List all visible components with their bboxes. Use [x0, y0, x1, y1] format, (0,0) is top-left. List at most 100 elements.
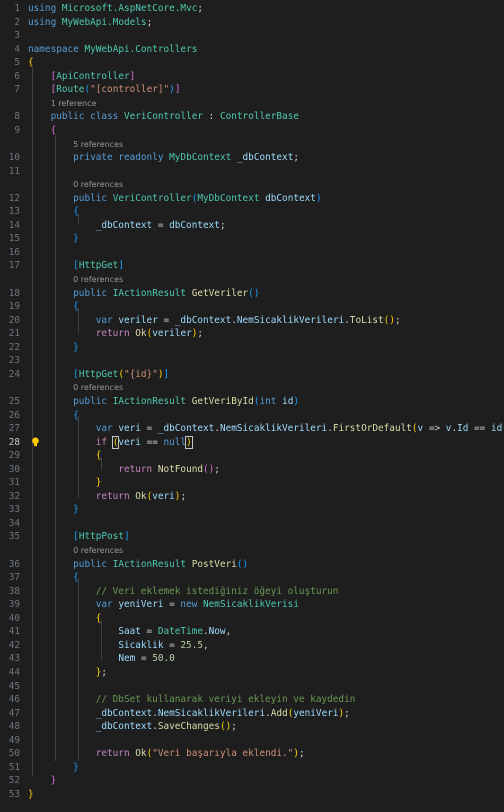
code-line[interactable]: 8 public class VeriController : Controll…: [0, 110, 504, 123]
code-line[interactable]: 22 }: [0, 341, 504, 354]
code-line[interactable]: 35 [HttpPost]: [0, 530, 504, 543]
code-line[interactable]: 19 {: [0, 300, 504, 313]
codelens[interactable]: 5 references: [28, 138, 123, 151]
references-link[interactable]: 0 references: [73, 383, 123, 392]
code-line[interactable]: 18 public IActionResult GetVeriler(): [0, 287, 504, 300]
code-line[interactable]: 49: [0, 734, 504, 747]
code-line[interactable]: 33 }: [0, 503, 504, 516]
code-token: 25.5: [180, 639, 203, 651]
code-line[interactable]: 28 if (veri == null): [0, 435, 504, 449]
code-line[interactable]: 3: [0, 29, 504, 42]
code-token: HttpGet: [78, 260, 119, 272]
code-line[interactable]: 31 }: [0, 476, 504, 489]
line-number: 34: [8, 517, 20, 529]
code-line[interactable]: 17 [HttpGet]: [0, 259, 504, 272]
code-line[interactable]: 42 Sicaklik = 25.5,: [0, 639, 504, 652]
code-line[interactable]: 36 public IActionResult PostVeri(): [0, 558, 504, 571]
code-token: int: [259, 395, 277, 407]
code-line[interactable]: 21 return Ok(veriler);: [0, 327, 504, 340]
codelens-row[interactable]: 0 references: [0, 381, 504, 394]
codelens[interactable]: 0 references: [28, 178, 123, 191]
code-line[interactable]: 6 [ApiController]: [0, 70, 504, 83]
code-line[interactable]: 9 {: [0, 124, 504, 137]
code-line[interactable]: 41 Saat = DateTime.Now,: [0, 625, 504, 638]
code-line[interactable]: 11: [0, 165, 504, 178]
code-line[interactable]: 51 }: [0, 761, 504, 774]
code-line[interactable]: 27 var veri = _dbContext.NemSicaklikVeri…: [0, 422, 504, 435]
code-line[interactable]: 47 _dbContext.NemSicaklikVerileri.Add(ye…: [0, 707, 504, 720]
line-number: 50: [8, 748, 20, 760]
code-line[interactable]: 53}: [0, 788, 504, 801]
code-line[interactable]: 12 public VeriController(MyDbContext dbC…: [0, 192, 504, 205]
references-link[interactable]: 1 reference: [51, 99, 97, 108]
references-link[interactable]: 5 references: [73, 140, 123, 149]
code-token: ;: [344, 707, 350, 719]
code-line[interactable]: 39 var yeniVeri = new NemSicaklikVerisi: [0, 598, 504, 611]
references-link[interactable]: 0 references: [73, 275, 123, 284]
code-token: MyWebApi.Models: [61, 16, 147, 28]
code-line[interactable]: 43 Nem = 50.0: [0, 652, 504, 665]
code-line[interactable]: 5{: [0, 56, 504, 69]
code-line[interactable]: 14 _dbContext = dbContext;: [0, 219, 504, 232]
code-line[interactable]: 29 {: [0, 449, 504, 462]
code-editor[interactable]: 1 using Microsoft.AspNetCore.Mvc; 2 using M…: [0, 0, 504, 812]
code-line[interactable]: 15 }: [0, 232, 504, 245]
code-token: {: [95, 612, 102, 624]
code-text: }: [28, 476, 102, 489]
line-number: 4: [14, 43, 20, 55]
code-line[interactable]: 38 // Veri eklemek istediğiniz öğeyi olu…: [0, 585, 504, 598]
line-number: 10: [8, 152, 20, 164]
code-line[interactable]: 24 [HttpGet("{id}")]: [0, 368, 504, 381]
line-number: 39: [8, 599, 20, 611]
codelens[interactable]: 0 references: [28, 273, 123, 286]
code-line[interactable]: 23: [0, 354, 504, 367]
code-line[interactable]: 4 namespace MyWebApi.Controllers: [0, 43, 504, 56]
code-line[interactable]: 44 };: [0, 666, 504, 679]
code-text: }: [28, 503, 79, 516]
code-line[interactable]: 13 {: [0, 205, 504, 218]
codelens-row[interactable]: 0 references: [0, 544, 504, 557]
code-text: [Route("[controller]")]: [28, 83, 181, 96]
code-line[interactable]: 46 // DbSet kullanarak veriyi ekleyin ve…: [0, 693, 504, 706]
code-text: [ApiController]: [28, 70, 136, 83]
code-line[interactable]: 40 {: [0, 612, 504, 625]
codelens-row[interactable]: 0 references: [0, 273, 504, 286]
code-line[interactable]: 34: [0, 517, 504, 530]
code-line[interactable]: 48 _dbContext.SaveChanges();: [0, 720, 504, 733]
code-line[interactable]: 1 using Microsoft.AspNetCore.Mvc;: [0, 2, 504, 15]
codelens-row[interactable]: 0 references: [0, 178, 504, 191]
codelens[interactable]: 0 references: [28, 381, 123, 394]
code-line[interactable]: 30 return NotFound();: [0, 463, 504, 476]
code-line[interactable]: 50 return Ok("Veri başarıyla eklendi.");: [0, 747, 504, 760]
code-line[interactable]: 20 var veriler = _dbContext.NemSicaklikV…: [0, 314, 504, 327]
code-token: "[controller]": [90, 84, 170, 96]
code-line[interactable]: 25 public IActionResult GetVeriById(int …: [0, 395, 504, 408]
references-link[interactable]: 0 references: [73, 546, 123, 555]
line-number: 42: [8, 639, 20, 651]
references-link[interactable]: 0 references: [73, 180, 123, 189]
code-line[interactable]: 7 [Route("[controller]")]: [0, 83, 504, 96]
code-line[interactable]: 45: [0, 680, 504, 693]
line-number: 43: [8, 653, 20, 665]
code-text: }: [28, 788, 34, 801]
codelens-row[interactable]: 1 reference: [0, 97, 504, 110]
code-line[interactable]: 32 return Ok(veri);: [0, 490, 504, 503]
code-line[interactable]: 16: [0, 246, 504, 259]
code-line[interactable]: 10 private readonly MyDbContext _dbConte…: [0, 151, 504, 164]
code-line[interactable]: 26 {: [0, 409, 504, 422]
code-line[interactable]: 37 {: [0, 571, 504, 584]
code-text: public IActionResult PostVeri(): [28, 558, 248, 571]
codelens-row[interactable]: 5 references: [0, 138, 504, 151]
code-line[interactable]: 52 }: [0, 774, 504, 787]
codelens[interactable]: 1 reference: [28, 97, 97, 110]
code-line[interactable]: 2 using MyWebApi.Models;: [0, 16, 504, 29]
codelens[interactable]: 0 references: [28, 544, 123, 557]
